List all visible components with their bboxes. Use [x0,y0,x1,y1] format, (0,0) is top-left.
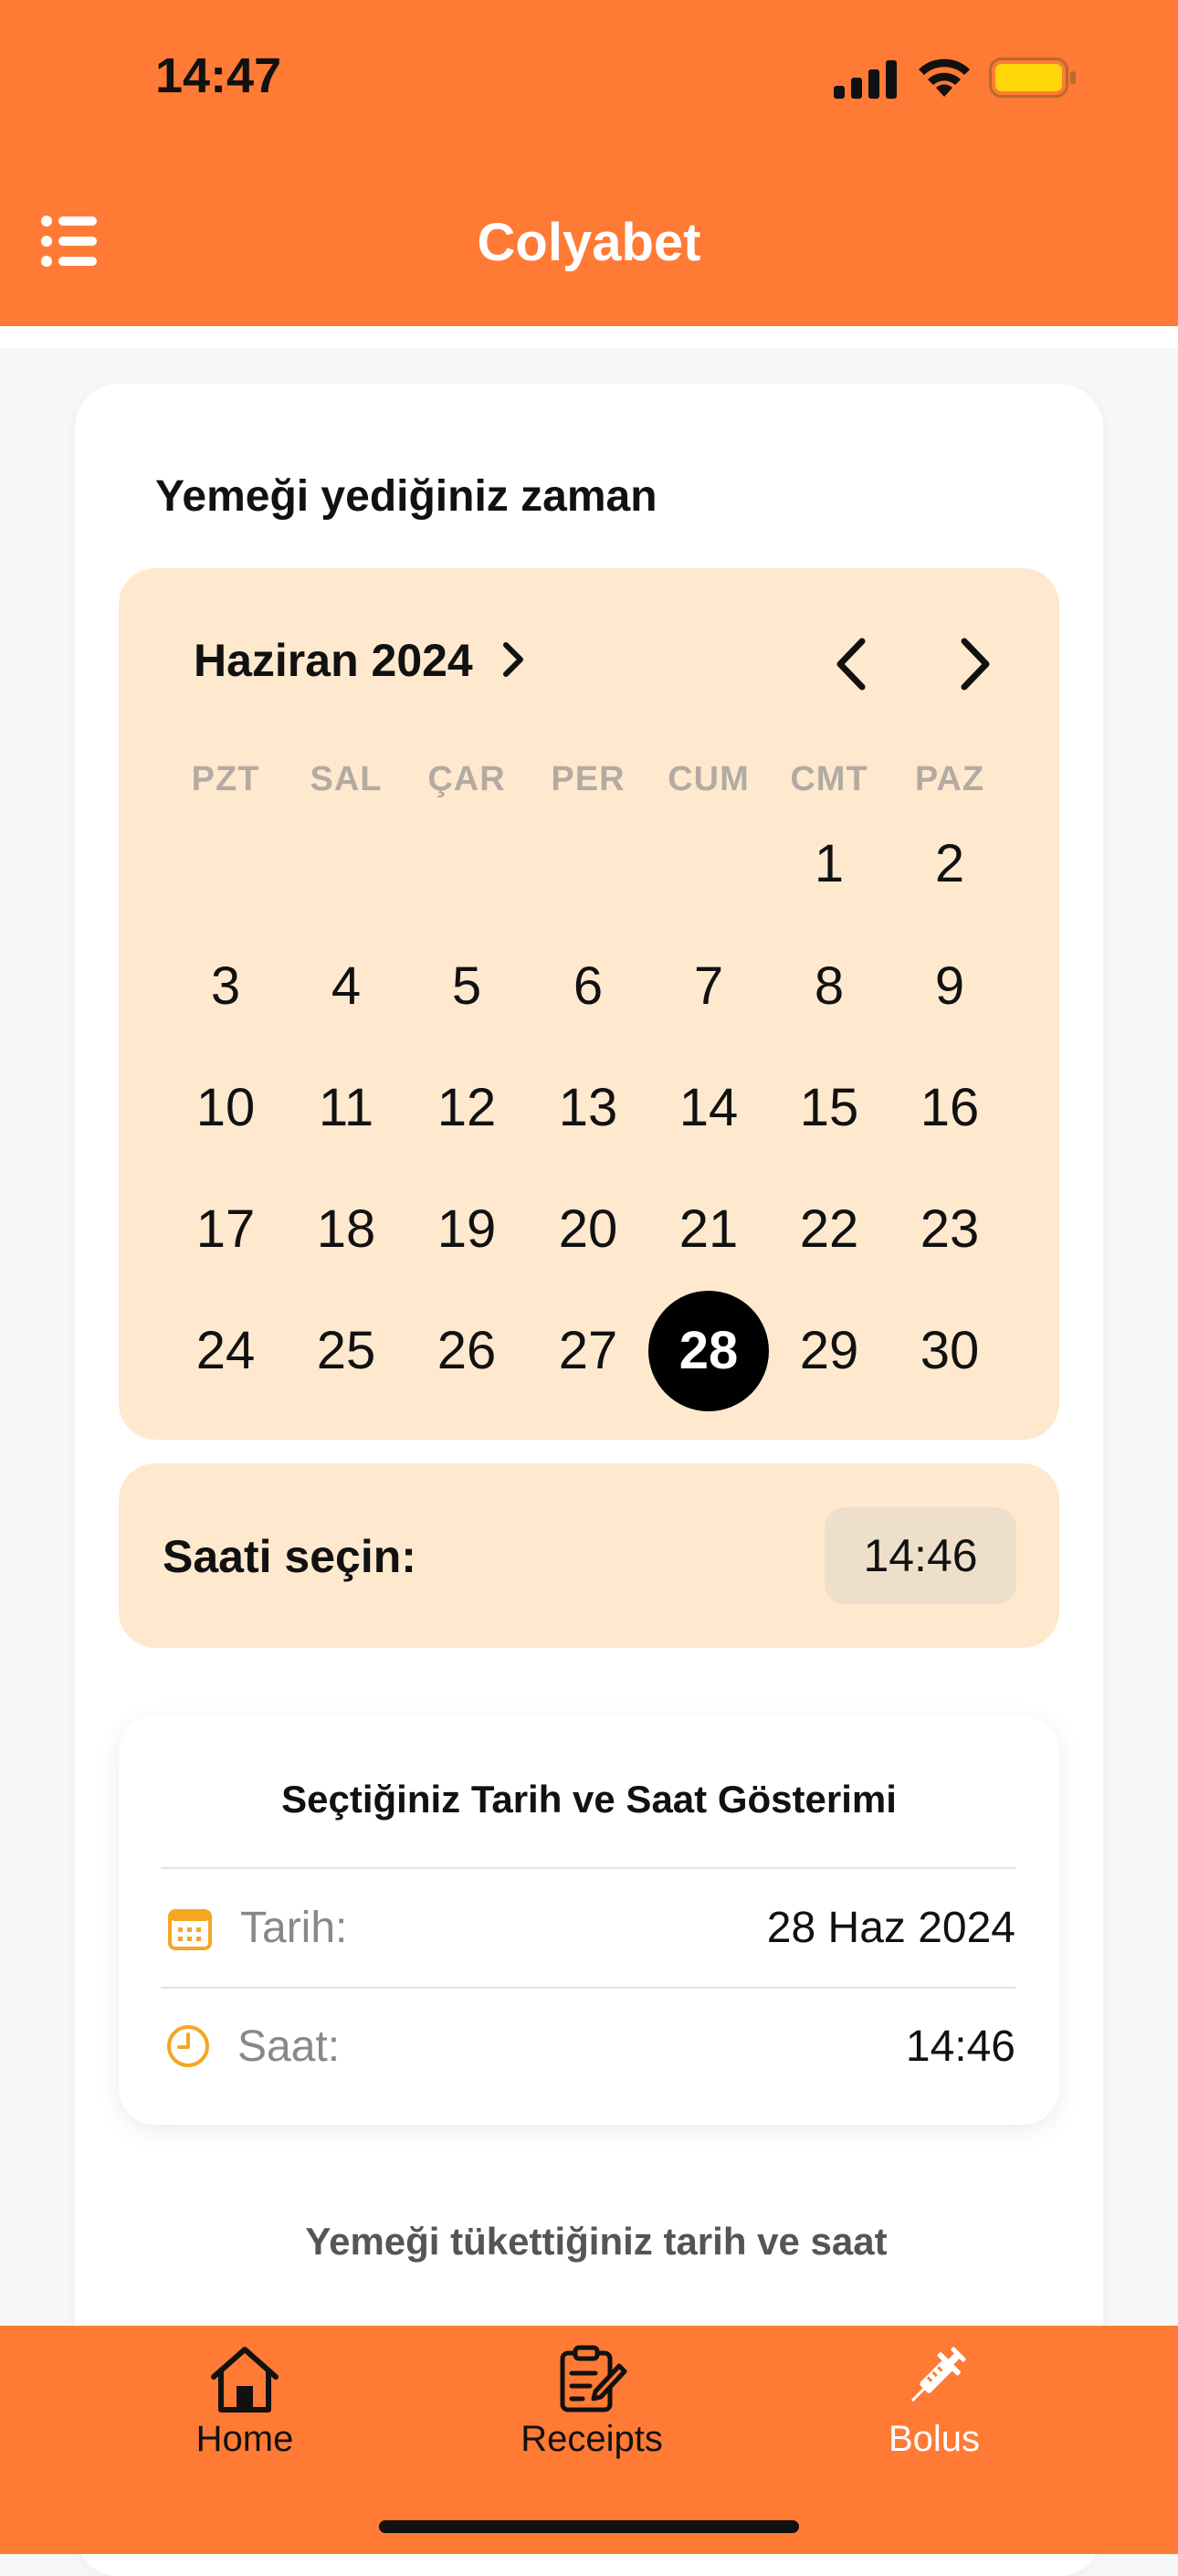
weekday-header: PZT [191,760,260,798]
calendar-day[interactable]: 22 [769,1169,889,1290]
receipts-icon [560,2345,627,2412]
header-divider [0,326,1178,348]
calendar-day[interactable]: 23 [889,1169,1010,1290]
calendar-day[interactable]: 18 [286,1169,406,1290]
time-value: 14:46 [905,2022,1015,2071]
calendar-day[interactable]: 3 [165,926,286,1047]
calendar-day[interactable]: 11 [286,1048,406,1168]
date-value: 28 Haz 2024 [766,1904,1015,1952]
summary-title: Seçtiğiniz Tarih ve Saat Gösterimi [281,1778,897,1821]
calendar-day[interactable]: 12 [406,1048,527,1168]
calendar-day[interactable]: 1 [769,804,889,924]
calendar-day[interactable]: 13 [528,1048,648,1168]
chevron-right-icon[interactable] [500,639,528,680]
battery-icon [989,58,1076,98]
calendar-day[interactable]: 16 [889,1048,1010,1168]
calendar-day[interactable]: 27 [528,1291,648,1411]
tab-label: Receipts [521,2419,663,2459]
section-heading: Yemeği yediğiniz zaman [155,472,657,521]
calendar-day[interactable]: 19 [406,1169,527,1290]
weekday-header: CUM [668,760,750,798]
previous-month-button[interactable] [827,632,875,696]
tab-receipts[interactable]: Receipts [473,2344,710,2481]
calendar-day[interactable]: 2 [889,804,1010,924]
clock-icon [167,2025,209,2067]
status-time: 14:47 [155,48,282,103]
calendar-day[interactable]: 10 [165,1048,286,1168]
next-month-button[interactable] [952,632,999,696]
calendar-day[interactable]: 24 [165,1291,286,1411]
time-label: Saat: [237,2022,341,2071]
summary-divider [161,1987,1015,1989]
calendar-day[interactable]: 5 [406,926,527,1047]
calendar-day[interactable]: 7 [648,926,769,1047]
calendar-day[interactable]: 20 [528,1169,648,1290]
syringe-icon [910,2347,966,2402]
weekday-header: CMT [790,760,868,798]
calendar-day-selected[interactable]: 28 [648,1291,769,1411]
calendar-day[interactable]: 30 [889,1291,1010,1411]
home-icon [211,2347,279,2412]
calendar-day[interactable]: 9 [889,926,1010,1047]
cellular-signal-icon [834,60,897,99]
tab-label: Home [195,2419,294,2459]
time-picker-label: Saati seçin: [163,1531,416,1582]
summary-divider [161,1867,1015,1869]
calendar-icon [168,1909,212,1950]
weekday-header: ÇAR [427,760,506,798]
calendar-day[interactable]: 4 [286,926,406,1047]
calendar-day[interactable]: 26 [406,1291,527,1411]
calendar-day[interactable]: 21 [648,1169,769,1290]
calendar-day[interactable]: 8 [769,926,889,1047]
time-picker-button[interactable]: 14:46 [825,1507,1016,1604]
weekday-header: PAZ [914,760,985,798]
app-title: Colyabet [477,213,701,272]
calendar-day[interactable]: 14 [648,1048,769,1168]
tab-home[interactable]: Home [126,2344,363,2481]
tab-bolus[interactable]: Bolus [815,2344,1053,2481]
footnote-text: Yemeği tükettiğiniz tarih ve saat [305,2220,888,2263]
weekday-header: PER [551,760,626,798]
date-label: Tarih: [240,1904,348,1952]
calendar-day[interactable]: 25 [286,1291,406,1411]
calendar-day[interactable]: 15 [769,1048,889,1168]
tab-label: Bolus [888,2419,981,2459]
calendar-day[interactable]: 17 [165,1169,286,1290]
home-indicator [379,2520,799,2533]
calendar-day[interactable]: 6 [528,926,648,1047]
calendar-day[interactable]: 29 [769,1291,889,1411]
weekday-header: SAL [310,760,383,798]
month-year-picker[interactable]: Haziran 2024 [194,634,473,687]
wifi-icon [919,58,970,97]
